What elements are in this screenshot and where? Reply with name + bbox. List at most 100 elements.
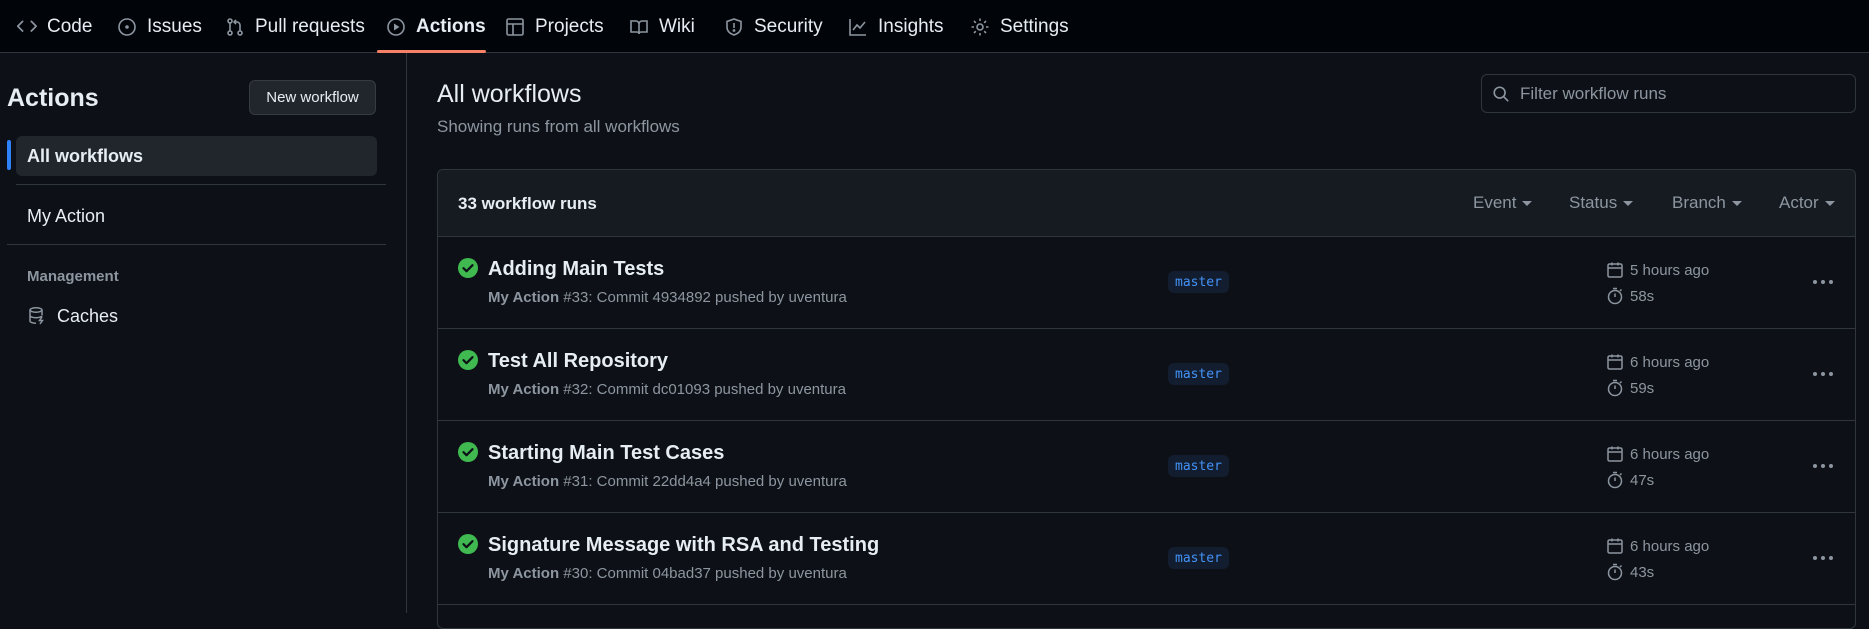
branch-label[interactable]: master bbox=[1168, 363, 1229, 385]
kebab-menu-icon[interactable] bbox=[1810, 271, 1836, 293]
actor-filter-dropdown[interactable]: Actor bbox=[1779, 193, 1835, 213]
database-icon bbox=[27, 306, 47, 326]
play-icon bbox=[386, 17, 406, 37]
stopwatch-icon bbox=[1607, 563, 1623, 581]
tab-insights[interactable]: Insights bbox=[848, 0, 943, 53]
book-icon bbox=[629, 17, 649, 37]
code-icon bbox=[17, 17, 37, 37]
branch-filter-dropdown[interactable]: Branch bbox=[1672, 193, 1742, 213]
run-duration-text: 59s bbox=[1630, 379, 1655, 397]
calendar-icon bbox=[1607, 262, 1623, 278]
issue-icon bbox=[117, 17, 137, 37]
workflow-runs-box: 33 workflow runs Event Status Branch Act… bbox=[437, 169, 1856, 629]
tab-issues[interactable]: Issues bbox=[117, 0, 202, 53]
sidebar-item-my-action[interactable]: My Action bbox=[16, 196, 377, 236]
tab-wiki-label: Wiki bbox=[659, 15, 695, 37]
kebab-menu-icon[interactable] bbox=[1810, 547, 1836, 569]
page-title: All workflows bbox=[437, 80, 582, 108]
run-commit-info: #32: Commit dc01093 pushed by uventura bbox=[563, 381, 846, 398]
stopwatch-icon bbox=[1607, 379, 1623, 397]
calendar-icon bbox=[1607, 446, 1623, 462]
run-time: 6 hours ago bbox=[1606, 353, 1709, 371]
tab-code[interactable]: Code bbox=[17, 0, 92, 53]
run-workflow-name: My Action bbox=[488, 381, 560, 398]
tab-issues-label: Issues bbox=[147, 15, 202, 37]
run-commit-info: #30: Commit 04bad37 pushed by uventura bbox=[563, 565, 847, 582]
tab-security-label: Security bbox=[754, 15, 823, 37]
tab-actions[interactable]: Actions bbox=[386, 0, 486, 53]
run-title[interactable]: Starting Main Test Cases bbox=[488, 442, 724, 465]
repo-nav: Code Issues Pull requests Actions Projec… bbox=[0, 0, 1869, 53]
branch-label[interactable]: master bbox=[1168, 547, 1229, 569]
new-workflow-button[interactable]: New workflow bbox=[249, 80, 376, 115]
success-check-icon bbox=[458, 534, 478, 554]
run-commit-info: #33: Commit 4934892 pushed by uventura bbox=[563, 289, 847, 306]
sidebar-item-caches[interactable]: Caches bbox=[16, 296, 377, 336]
event-filter-label: Event bbox=[1473, 193, 1517, 212]
event-filter-dropdown[interactable]: Event bbox=[1473, 193, 1533, 213]
sidebar-title: Actions bbox=[7, 84, 99, 112]
run-time: 6 hours ago bbox=[1606, 445, 1709, 463]
tab-code-label: Code bbox=[47, 15, 93, 37]
workflow-run-row[interactable]: Signature Message with RSA and Testing M… bbox=[438, 513, 1855, 605]
selected-indicator bbox=[7, 140, 11, 170]
divider bbox=[16, 184, 386, 185]
kebab-menu-icon[interactable] bbox=[1810, 455, 1836, 477]
tab-pull-requests-label: Pull requests bbox=[255, 15, 365, 37]
run-workflow-name: My Action bbox=[488, 565, 560, 582]
success-check-icon bbox=[458, 442, 478, 462]
shield-icon bbox=[724, 17, 744, 37]
run-title[interactable]: Adding Main Tests bbox=[488, 258, 664, 281]
run-duration: 59s bbox=[1606, 379, 1654, 397]
sidebar-item-label: My Action bbox=[27, 205, 106, 226]
run-time-text: 6 hours ago bbox=[1630, 537, 1710, 555]
branch-label[interactable]: master bbox=[1168, 455, 1229, 477]
tab-actions-label: Actions bbox=[416, 15, 486, 37]
status-filter-dropdown[interactable]: Status bbox=[1569, 193, 1634, 213]
caret-down-icon bbox=[1623, 200, 1634, 206]
tab-wiki[interactable]: Wiki bbox=[629, 0, 695, 53]
tab-projects[interactable]: Projects bbox=[505, 0, 604, 53]
caret-down-icon bbox=[1522, 200, 1533, 206]
actor-filter-label: Actor bbox=[1779, 193, 1819, 212]
run-time-text: 6 hours ago bbox=[1630, 445, 1710, 463]
run-meta: My Action #33: Commit 4934892 pushed by … bbox=[488, 289, 847, 306]
pull-request-icon bbox=[225, 17, 245, 37]
tab-security[interactable]: Security bbox=[724, 0, 823, 53]
caret-down-icon bbox=[1731, 200, 1742, 206]
filter-input[interactable] bbox=[1520, 83, 1840, 104]
run-meta: My Action #30: Commit 04bad37 pushed by … bbox=[488, 565, 847, 582]
graph-icon bbox=[848, 17, 868, 37]
success-check-icon bbox=[458, 258, 478, 278]
workflow-run-row[interactable]: Test All Repository My Action #32: Commi… bbox=[438, 329, 1855, 421]
run-duration-text: 43s bbox=[1630, 563, 1655, 581]
tab-insights-label: Insights bbox=[878, 15, 944, 37]
run-title[interactable]: Signature Message with RSA and Testing bbox=[488, 534, 879, 557]
tab-settings-label: Settings bbox=[1000, 15, 1069, 37]
calendar-icon bbox=[1607, 354, 1623, 370]
stopwatch-icon bbox=[1607, 287, 1623, 305]
runs-count: 33 workflow runs bbox=[458, 194, 597, 213]
run-duration: 43s bbox=[1606, 563, 1654, 581]
run-duration-text: 47s bbox=[1630, 471, 1655, 489]
run-duration-text: 58s bbox=[1630, 287, 1655, 305]
run-commit-info: #31: Commit 22dd4a4 pushed by uventura bbox=[563, 473, 847, 490]
run-title[interactable]: Test All Repository bbox=[488, 350, 668, 373]
sidebar-item-all-workflows[interactable]: All workflows bbox=[16, 136, 377, 176]
run-time: 5 hours ago bbox=[1606, 261, 1709, 279]
run-duration: 47s bbox=[1606, 471, 1654, 489]
table-icon bbox=[505, 17, 525, 37]
branch-label[interactable]: master bbox=[1168, 271, 1229, 293]
run-time: 6 hours ago bbox=[1606, 537, 1709, 555]
tab-pull-requests[interactable]: Pull requests bbox=[225, 0, 365, 53]
workflow-run-row[interactable]: Starting Main Test Cases My Action #31: … bbox=[438, 421, 1855, 513]
run-meta: My Action #31: Commit 22dd4a4 pushed by … bbox=[488, 473, 847, 490]
run-meta: My Action #32: Commit dc01093 pushed by … bbox=[488, 381, 846, 398]
filter-box[interactable] bbox=[1481, 74, 1856, 113]
run-workflow-name: My Action bbox=[488, 289, 560, 306]
tab-settings[interactable]: Settings bbox=[970, 0, 1069, 53]
workflow-run-row[interactable]: Adding Main Tests My Action #33: Commit … bbox=[438, 237, 1855, 329]
search-icon bbox=[1492, 85, 1510, 103]
kebab-menu-icon[interactable] bbox=[1810, 363, 1836, 385]
calendar-icon bbox=[1607, 538, 1623, 554]
